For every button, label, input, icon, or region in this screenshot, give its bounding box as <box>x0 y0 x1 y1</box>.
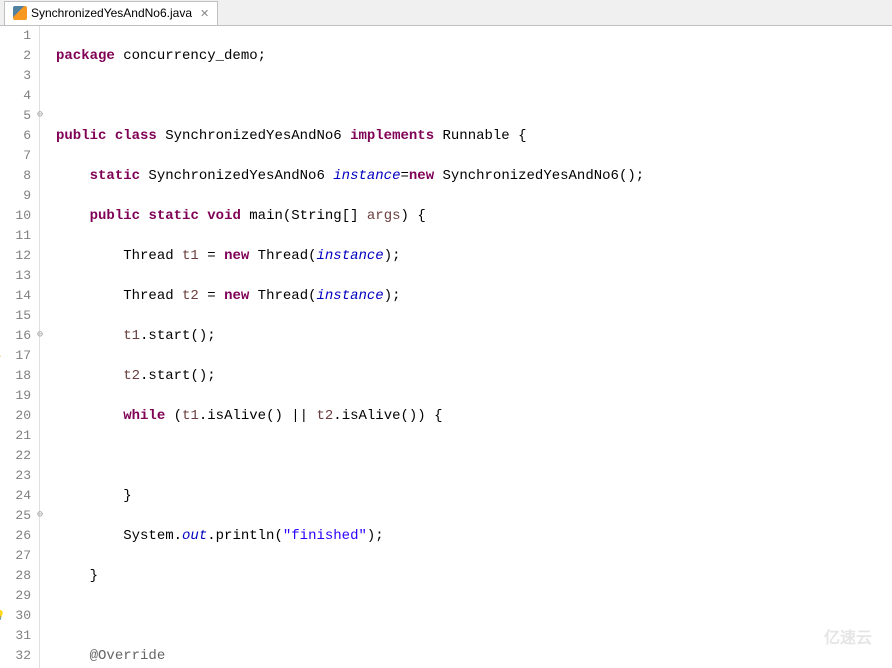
line-number: 14 <box>0 286 31 306</box>
line-number: 11 <box>0 226 31 246</box>
java-file-icon <box>13 6 27 20</box>
line-number: 26 <box>0 526 31 546</box>
line-number: 13 <box>0 266 31 286</box>
line-number: 31 <box>0 626 31 646</box>
line-number: 6 <box>0 126 31 146</box>
line-number: 27 <box>0 546 31 566</box>
line-number: 25 <box>0 506 31 526</box>
line-number: 2 <box>0 46 31 66</box>
line-number: 3 <box>0 66 31 86</box>
watermark: 亿速云 <box>824 624 872 648</box>
close-tab-icon[interactable]: ✕ <box>200 7 209 20</box>
line-number-gutter: 1234567891011121314151617181920212223242… <box>0 26 40 668</box>
code-editor[interactable]: 1234567891011121314151617181920212223242… <box>0 26 892 668</box>
line-number: 28 <box>0 566 31 586</box>
line-number: 30 <box>0 606 31 626</box>
line-number: 10 <box>0 206 31 226</box>
line-number: 29 <box>0 586 31 606</box>
line-number: 9 <box>0 186 31 206</box>
line-number: 16 <box>0 326 31 346</box>
line-number: 19 <box>0 386 31 406</box>
line-number: 7 <box>0 146 31 166</box>
tab-bar: SynchronizedYesAndNo6.java ✕ <box>0 0 892 26</box>
line-number: 21 <box>0 426 31 446</box>
line-number: 8 <box>0 166 31 186</box>
line-number: 17 <box>0 346 31 366</box>
line-number: 32 <box>0 646 31 666</box>
code-area[interactable]: package concurrency_demo; public class S… <box>40 26 892 668</box>
line-number: 23 <box>0 466 31 486</box>
line-number: 4 <box>0 86 31 106</box>
line-number: 20 <box>0 406 31 426</box>
line-number: 22 <box>0 446 31 466</box>
line-number: 12 <box>0 246 31 266</box>
tab-filename: SynchronizedYesAndNo6.java <box>31 6 192 20</box>
line-number: 5 <box>0 106 31 126</box>
line-number: 24 <box>0 486 31 506</box>
file-tab[interactable]: SynchronizedYesAndNo6.java ✕ <box>4 1 218 25</box>
line-number: 18 <box>0 366 31 386</box>
line-number: 1 <box>0 26 31 46</box>
line-number: 15 <box>0 306 31 326</box>
